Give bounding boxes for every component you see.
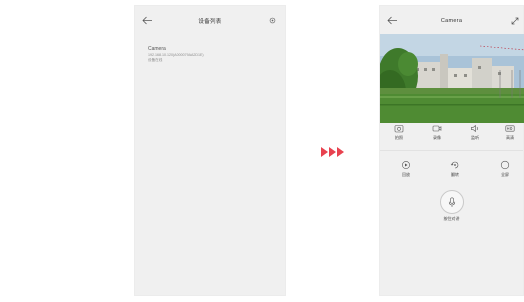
camera-toolbar: 拍照 录像 监听 高清 <box>380 124 523 150</box>
tool-label: 录像 <box>433 135 441 140</box>
push-to-talk-button[interactable] <box>439 190 464 214</box>
device-list-item[interactable]: Camera 192.168.10.120(A000079AA2D1E) 设备在… <box>148 46 204 63</box>
page-title: Camera <box>440 18 463 24</box>
playback-button[interactable]: 回放 <box>393 160 419 178</box>
toolbar-divider <box>380 150 523 151</box>
snapshot-button[interactable]: 拍照 <box>386 124 412 141</box>
control-label: 回放 <box>402 172 410 177</box>
record-button[interactable]: 录像 <box>424 124 450 141</box>
back-arrow-icon[interactable] <box>387 16 398 25</box>
mic-icon <box>448 197 455 207</box>
settings-icon[interactable] <box>269 17 276 24</box>
camera-controls: 回放 翻转 全屏 <box>380 156 523 186</box>
hd-button[interactable]: 高清 <box>497 124 523 141</box>
tool-label: 监听 <box>471 135 479 140</box>
tool-label: 拍照 <box>395 135 403 140</box>
transition-arrows-icon <box>321 147 344 157</box>
talk-label: 按住对讲 <box>443 216 460 221</box>
back-arrow-icon[interactable] <box>142 16 153 25</box>
device-status: 设备在线 <box>148 58 163 62</box>
live-video-feed[interactable] <box>380 34 524 123</box>
control-label: 翻转 <box>451 172 459 177</box>
device-ip: 192.168.10.120(A000079AA2D1E) <box>148 53 204 57</box>
page-title: 设备列表 <box>198 19 222 25</box>
device-list-screen: 设备列表 Camera 192.168.10.120(A000079AA2D1E… <box>134 5 286 296</box>
talk-control: 按住对讲 <box>380 190 523 222</box>
flip-button[interactable]: 翻转 <box>442 160 468 178</box>
camera-icon <box>394 125 404 133</box>
tool-label: 高清 <box>506 135 514 140</box>
listen-button[interactable]: 监听 <box>462 124 488 141</box>
hd-icon <box>505 125 515 132</box>
fullscreen-button[interactable]: 全屏 <box>492 160 518 178</box>
device-list-header: 设备列表 <box>135 6 285 36</box>
camera-header: Camera <box>380 6 523 36</box>
flip-icon <box>450 161 459 169</box>
fullscreen-icon <box>500 160 510 170</box>
playback-icon <box>402 161 410 169</box>
video-icon <box>432 125 442 132</box>
control-label: 全屏 <box>501 172 509 177</box>
speaker-icon <box>471 124 478 133</box>
device-name: Camera <box>148 46 166 52</box>
expand-icon[interactable] <box>511 17 519 25</box>
camera-screen: Camera 拍照 录像 监听 高清 回放 翻转 全屏 按住对讲 <box>379 5 524 296</box>
video-scene <box>380 34 524 123</box>
